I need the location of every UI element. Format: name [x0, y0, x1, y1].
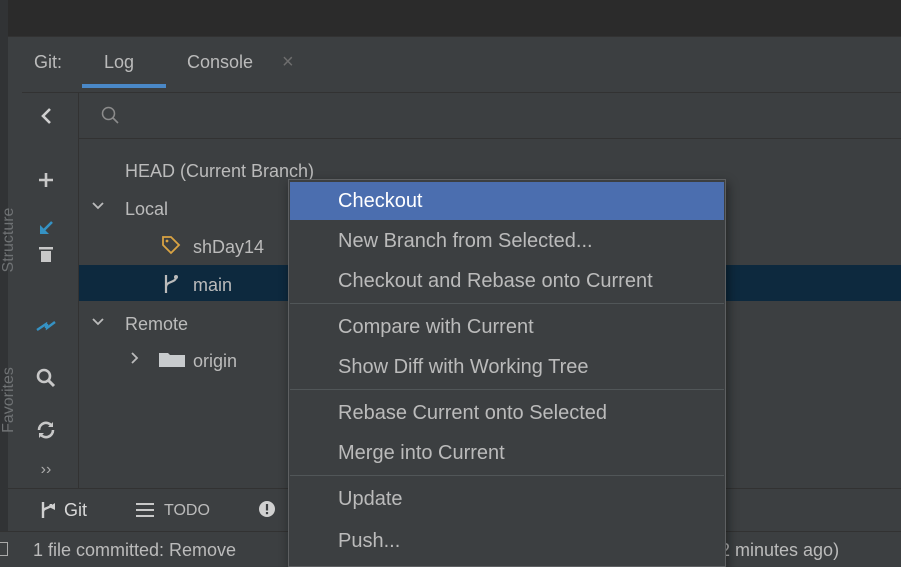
tab-log[interactable]: Log	[104, 52, 134, 73]
menu-item-compare-with-current[interactable]: Compare with Current	[290, 308, 724, 346]
chevron-down-icon[interactable]	[91, 196, 105, 217]
arrow-down-left-icon[interactable]	[34, 216, 58, 240]
plus-icon[interactable]	[34, 168, 58, 192]
folder-icon	[158, 351, 186, 373]
trash-icon[interactable]	[34, 242, 58, 266]
menu-separator	[290, 303, 724, 304]
git-icon	[40, 501, 58, 524]
menu-item-rebase-current[interactable]: Rebase Current onto Selected	[290, 394, 724, 432]
search-input[interactable]	[125, 101, 825, 129]
tree-item-head[interactable]: HEAD (Current Branch)	[125, 161, 314, 182]
side-tab-favorites[interactable]: Favorites	[0, 358, 17, 442]
chevron-right-icon[interactable]	[129, 349, 141, 370]
divider	[8, 36, 901, 37]
bottom-tab-todo[interactable]: TODO	[164, 502, 210, 520]
status-checkbox-icon[interactable]	[0, 542, 8, 556]
menu-item-checkout[interactable]: Checkout	[290, 182, 724, 220]
status-time: 2 minutes ago)	[720, 540, 840, 560]
menu-item-update[interactable]: Update	[290, 480, 724, 518]
search-field[interactable]	[79, 93, 901, 138]
tree-item-local[interactable]: Local	[125, 199, 168, 220]
tree-item-branch-shday14[interactable]: shDay14	[193, 237, 264, 258]
close-icon[interactable]: ×	[282, 51, 294, 74]
menu-item-merge-into-current[interactable]: Merge into Current	[290, 434, 724, 472]
tool-window-title: Git:	[34, 52, 63, 72]
editor-top-bar	[8, 0, 901, 36]
refresh-icon[interactable]	[34, 418, 58, 442]
tree-item-branch-main[interactable]: main	[193, 275, 232, 296]
menu-separator	[290, 389, 724, 390]
menu-item-checkout-and-rebase[interactable]: Checkout and Rebase onto Current	[290, 262, 724, 300]
chevron-left-icon[interactable]	[34, 104, 58, 128]
active-tab-indicator	[82, 84, 166, 88]
tree-item-remote[interactable]: Remote	[125, 314, 188, 335]
menu-separator	[290, 475, 724, 476]
tree-item-remote-origin[interactable]: origin	[193, 351, 237, 372]
tab-console[interactable]: Console	[187, 52, 253, 73]
list-icon	[135, 502, 155, 523]
search-icon	[101, 106, 119, 129]
tag-icon	[161, 235, 181, 260]
status-message[interactable]: 1 file committed: Remove	[33, 540, 236, 561]
menu-item-push[interactable]: Push...	[290, 522, 724, 560]
menu-item-show-diff[interactable]: Show Diff with Working Tree	[290, 348, 724, 386]
more-icon[interactable]: ››	[34, 458, 58, 482]
side-tab-structure[interactable]: Structure	[0, 198, 17, 282]
branch-icon	[162, 273, 180, 300]
menu-item-new-branch-from-selected[interactable]: New Branch from Selected...	[290, 222, 724, 260]
problems-icon[interactable]	[258, 500, 276, 523]
compare-arrows-icon[interactable]	[34, 314, 58, 338]
bottom-tab-git[interactable]: Git	[64, 500, 87, 521]
left-edge	[0, 0, 8, 567]
search-icon[interactable]	[34, 366, 58, 390]
branch-context-menu: Checkout New Branch from Selected... Che…	[288, 179, 726, 567]
chevron-down-icon[interactable]	[91, 312, 105, 333]
divider	[79, 138, 901, 139]
